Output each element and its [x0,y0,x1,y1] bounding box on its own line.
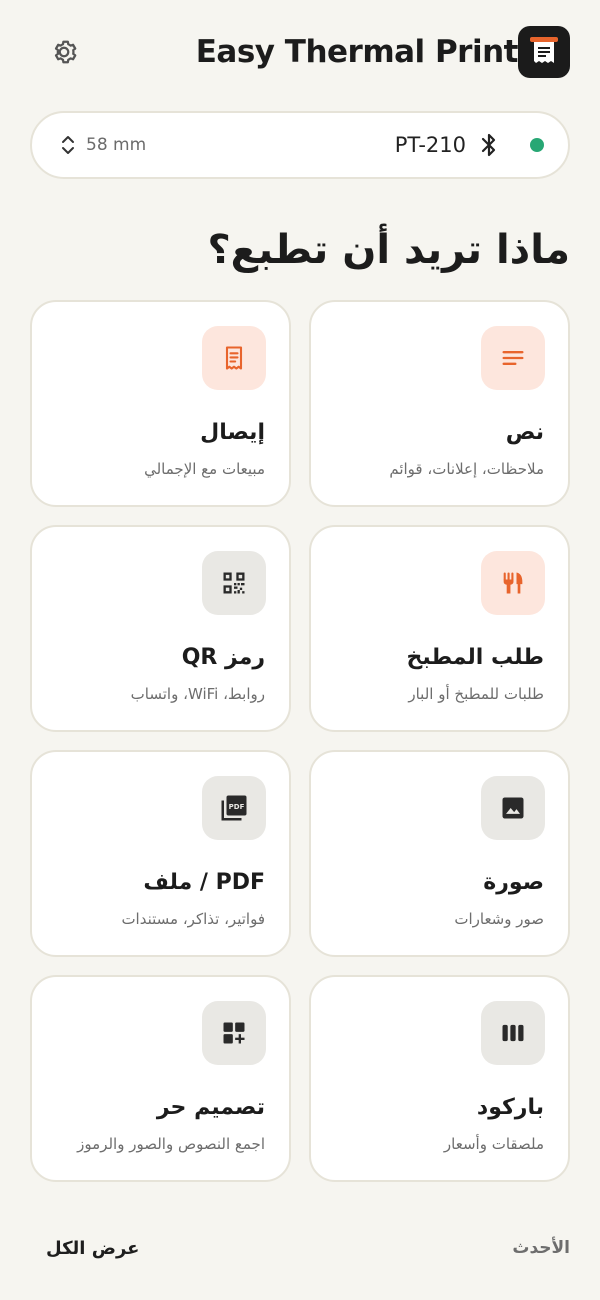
view-all-link[interactable]: عرض الكل [46,1238,139,1259]
image-icon [502,797,524,819]
card-title: تصميم حر [156,1095,265,1120]
text-lines-icon [502,351,524,365]
paper-size-label: 58 mm [86,135,147,155]
card-kitchen-order[interactable]: طلب المطبخ طلبات للمطبخ أو البار [309,525,570,732]
pdf-icon: PDF [221,795,247,821]
card-icon-box [202,326,266,390]
card-qr-code[interactable]: رمز QR روابط، WiFi، واتساب [30,525,291,732]
barcode-icon [502,1024,524,1042]
printer-selector[interactable]: 58 mm PT-210 [30,111,570,179]
card-subtitle: اجمع النصوص والصور والرموز [77,1135,265,1153]
card-icon-box [481,776,545,840]
recent-section-title: الأحدث [512,1238,570,1258]
card-icon-box: PDF [202,776,266,840]
card-icon-box [481,551,545,615]
card-subtitle: صور وشعارات [454,910,544,928]
card-icon-box [202,1001,266,1065]
receipt-icon [225,346,243,370]
card-subtitle: مبيعات مع الإجمالي [144,460,265,478]
printer-status: PT-210 [395,113,544,177]
card-subtitle: طلبات للمطبخ أو البار [408,685,544,703]
settings-button[interactable] [46,34,82,70]
card-pdf-file[interactable]: PDF PDF / ملف فواتير، تذاكر، مستندات [30,750,291,957]
card-barcode[interactable]: باركود ملصقات وأسعار [309,975,570,1182]
card-subtitle: ملاحظات، إعلانات، قوائم [389,460,544,478]
card-image[interactable]: صورة صور وشعارات [309,750,570,957]
chevron-up-down-icon [62,136,74,154]
card-text[interactable]: نص ملاحظات، إعلانات، قوائم [309,300,570,507]
card-title: PDF / ملف [143,870,265,895]
card-icon-box [481,1001,545,1065]
card-title: صورة [483,870,544,895]
card-icon-box [202,551,266,615]
qr-code-icon [223,572,245,594]
bluetooth-icon [481,133,496,157]
card-subtitle: فواتير، تذاكر، مستندات [121,910,265,928]
gear-icon [54,40,77,64]
card-title: طلب المطبخ [406,645,544,670]
card-title: نص [505,420,544,445]
free-design-icon [223,1022,245,1044]
app-header: Easy Thermal Print [30,22,570,82]
paper-size-selector[interactable]: 58 mm [60,113,146,177]
card-subtitle: روابط، WiFi، واتساب [130,685,265,703]
card-subtitle: ملصقات وأسعار [443,1135,544,1153]
card-title: رمز QR [181,645,265,670]
receipt-logo-icon [530,37,558,63]
app-title: Easy Thermal Print [195,34,519,70]
card-icon-box [481,326,545,390]
page-question-heading: ماذا تريد أن تطبع؟ [207,227,570,273]
connection-status-dot [530,138,544,152]
card-title: إيصال [200,420,265,445]
printer-name: PT-210 [394,133,466,157]
svg-text:PDF: PDF [229,803,245,811]
fork-knife-icon [503,572,523,594]
card-free-design[interactable]: تصميم حر اجمع النصوص والصور والرموز [30,975,291,1182]
card-title: باركود [476,1095,544,1120]
card-receipt[interactable]: إيصال مبيعات مع الإجمالي [30,300,291,507]
app-logo [518,26,570,78]
